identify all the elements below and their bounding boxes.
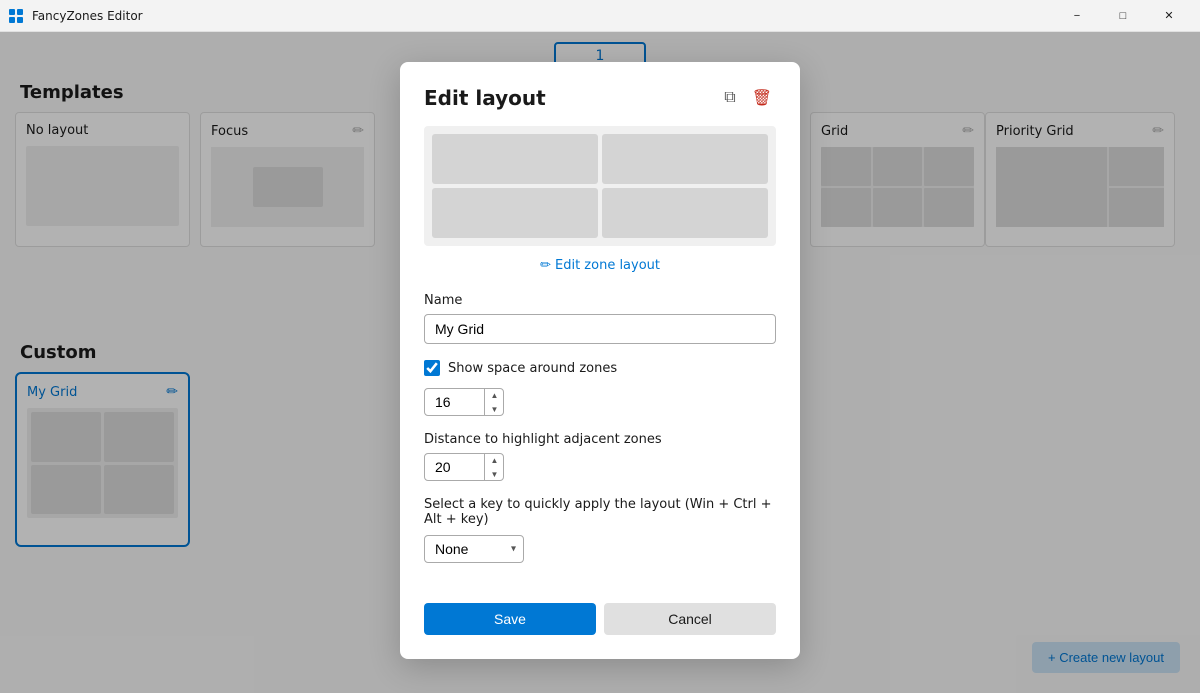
main-content: 1 Templates No layout Focus ✏ Grid ✏ <box>0 32 1200 693</box>
titlebar-controls: − □ ✕ <box>1054 0 1192 32</box>
dialog-icon-group: ⧉ 🗑 <box>720 86 776 110</box>
show-space-checkbox[interactable] <box>424 360 440 376</box>
distance-decrement-button[interactable]: ▼ <box>485 467 504 481</box>
copy-layout-button[interactable]: ⧉ <box>720 86 739 110</box>
dialog-title-text: Edit layout <box>424 86 546 110</box>
show-space-checkbox-row: Show space around zones <box>424 360 776 376</box>
space-value-spinner-wrap: ▲ ▼ <box>424 388 504 416</box>
preview-cell <box>602 188 768 238</box>
space-spinner-buttons: ▲ ▼ <box>484 388 504 416</box>
minimize-button[interactable]: − <box>1054 0 1100 32</box>
space-decrement-button[interactable]: ▼ <box>485 402 504 416</box>
distance-increment-button[interactable]: ▲ <box>485 453 504 467</box>
preview-cell <box>432 134 598 184</box>
modal-overlay: Edit layout ⧉ 🗑 ✏ Edit zone layout Name <box>0 32 1200 693</box>
close-button[interactable]: ✕ <box>1146 0 1192 32</box>
show-space-label: Show space around zones <box>448 361 617 376</box>
name-field-label: Name <box>424 293 776 308</box>
titlebar: FancyZones Editor − □ ✕ <box>0 0 1200 32</box>
maximize-button[interactable]: □ <box>1100 0 1146 32</box>
distance-value-spinner-wrap: ▲ ▼ <box>424 453 504 481</box>
cancel-button[interactable]: Cancel <box>604 603 776 635</box>
titlebar-left: FancyZones Editor <box>8 8 143 24</box>
dialog-title-bar: Edit layout ⧉ 🗑 <box>424 86 776 110</box>
edit-layout-dialog: Edit layout ⧉ 🗑 ✏ Edit zone layout Name <box>400 62 800 659</box>
delete-layout-button[interactable]: 🗑 <box>748 86 776 110</box>
dialog-footer: Save Cancel <box>424 603 776 635</box>
preview-cell <box>602 134 768 184</box>
dialog-layout-preview <box>424 126 776 246</box>
distance-spinner-buttons: ▲ ▼ <box>484 453 504 481</box>
hotkey-select[interactable]: None 0 1 2 <box>424 535 524 563</box>
edit-zone-layout-link[interactable]: ✏ Edit zone layout <box>424 258 776 273</box>
app-icon <box>8 8 24 24</box>
preview-cell <box>432 188 598 238</box>
name-input[interactable] <box>424 314 776 344</box>
hotkey-field-label: Select a key to quickly apply the layout… <box>424 497 776 527</box>
hotkey-select-wrap: None 0 1 2 ▾ <box>424 535 524 563</box>
space-increment-button[interactable]: ▲ <box>485 388 504 402</box>
save-button[interactable]: Save <box>424 603 596 635</box>
distance-field-label: Distance to highlight adjacent zones <box>424 432 776 447</box>
app-title: FancyZones Editor <box>32 9 143 23</box>
